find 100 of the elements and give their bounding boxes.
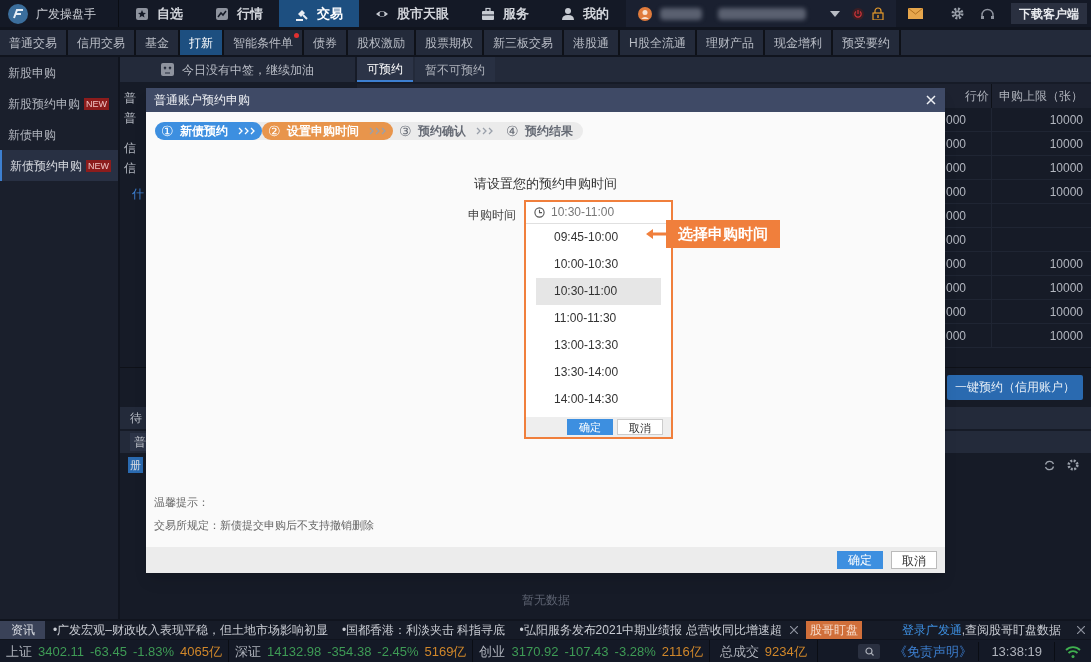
new-badge: NEW <box>86 159 111 172</box>
sub-tab[interactable]: 现金增利 <box>764 30 831 55</box>
sidebar-item-label: 新股预约申购 <box>8 95 80 113</box>
index-name: 上证 <box>6 642 32 661</box>
sub-tab[interactable]: H股全流通 <box>620 30 695 55</box>
news-headline[interactable]: •弘阳服务发布2021中期业绩报 总营收同比增速超 <box>519 621 782 639</box>
app-name: 广发操盘手 <box>36 5 96 23</box>
close-icon <box>1077 626 1085 634</box>
index-percent: -1.83% <box>132 642 175 661</box>
table-cell-text: 000 <box>946 279 968 297</box>
list-tab[interactable]: 可预约 <box>357 57 413 82</box>
dialog-title: 普通账户预约申购 <box>154 92 250 109</box>
time-option[interactable]: 14:00-14:30 <box>536 385 661 413</box>
index-value: 3170.92 <box>511 642 559 661</box>
sad-face-icon <box>161 63 174 76</box>
news-headline[interactable]: •国都香港：利淡夹击 科指寻底 <box>341 621 506 639</box>
settings-icon <box>1067 459 1079 471</box>
chevrons-icon <box>476 127 494 135</box>
time-option[interactable]: 11:00-11:30 <box>536 304 661 332</box>
table-cell-text: 10000 <box>1049 183 1083 201</box>
step-label: 预约结果 <box>525 123 573 140</box>
help-link[interactable]: 什 <box>132 184 144 204</box>
reserve-credit-button[interactable]: 一键预约（信用账户） <box>947 374 1083 400</box>
line-chart-icon <box>215 6 229 21</box>
table-cell-text: 000 <box>946 231 968 249</box>
mail-icon <box>908 8 923 19</box>
sidebar-item[interactable]: 新债申购 <box>0 119 118 150</box>
headset-icon <box>980 7 995 20</box>
sub-tab[interactable]: 债券 <box>304 30 346 55</box>
sub-tab[interactable]: 打新 <box>180 30 222 55</box>
sub-tab[interactable]: 理财产品 <box>696 30 763 55</box>
total-label: 总成交 <box>719 642 759 661</box>
nav-tab[interactable]: 自选 <box>119 0 199 27</box>
sidebar-item-label: 新债申购 <box>8 126 56 144</box>
nav-tab[interactable]: 行情 <box>199 0 279 27</box>
cancel-button[interactable]: 取消 <box>891 551 937 569</box>
nav-tab[interactable]: 股市天眼 <box>359 0 465 27</box>
table-cell-text: 10000 <box>1049 303 1083 321</box>
table-cell-text: 10000 <box>1049 159 1083 177</box>
table-cell-text: 000 <box>946 303 968 321</box>
disclaimer-link[interactable]: 《免责声明》 <box>888 641 980 662</box>
time-option[interactable]: 13:00-13:30 <box>536 331 661 359</box>
search-button[interactable] <box>858 644 881 659</box>
time-option[interactable]: 10:30-11:00 <box>536 277 661 305</box>
time-option[interactable]: 09:45-10:00 <box>536 223 661 251</box>
table-cell-text: 000 <box>946 183 968 201</box>
briefcase-icon <box>481 6 495 21</box>
logo-icon <box>8 3 28 24</box>
sub-tab[interactable]: 信用交易 <box>68 30 134 55</box>
download-client-button[interactable]: 下载客户端 <box>1011 3 1087 24</box>
time-option[interactable]: 13:30-14:00 <box>536 358 661 386</box>
time-option[interactable]: 10:00-10:30 <box>536 250 661 278</box>
sub-tab[interactable]: 新三板交易 <box>484 30 562 55</box>
index-change: -354.38 <box>327 642 372 661</box>
clock-time: 13:38:19 <box>979 641 1055 662</box>
list-tab[interactable]: 暂不可预约 <box>415 57 495 82</box>
panel-tab[interactable]: 待 <box>130 409 142 427</box>
index-change: -107.43 <box>564 642 609 661</box>
sub-tab[interactable]: 港股通 <box>564 30 618 55</box>
lock-icon <box>872 7 884 20</box>
index-value: 14132.98 <box>267 642 322 661</box>
power-icon <box>852 7 864 20</box>
panel-text: 信 <box>124 160 136 177</box>
index-volume: 4065亿 <box>180 642 223 661</box>
login-link[interactable]: 登录广发通 <box>901 623 962 637</box>
panel-text: 普 <box>124 110 136 127</box>
close-button[interactable] <box>925 94 937 106</box>
table-cell-text: 000 <box>946 255 968 273</box>
sub-tab[interactable]: 普通交易 <box>0 30 66 55</box>
sidebar-item[interactable]: 新股申购 <box>0 57 118 88</box>
step-label: 新债预约 <box>180 123 228 140</box>
sub-tab[interactable]: 预受要约 <box>832 30 899 55</box>
login-prompt: 登录广发通,查阅股哥盯盘数据 <box>901 622 1061 639</box>
news-headline[interactable]: •广发宏观–财政收入表现平稳，但土地市场影响初显 <box>53 621 328 639</box>
nav-tab[interactable]: 交易 <box>279 0 359 27</box>
table-cell-text: 000 <box>946 135 968 153</box>
sub-tab[interactable]: 基金 <box>136 30 178 55</box>
search-icon <box>864 647 874 656</box>
table-cell-text: 10000 <box>1049 111 1083 129</box>
nav-tab[interactable]: 我的 <box>545 0 625 27</box>
table-cell-text: 000 <box>946 159 968 177</box>
person-icon <box>561 6 575 21</box>
index-name: 创业 <box>479 642 506 661</box>
filter-button[interactable]: 册 <box>128 456 143 474</box>
callout-label: 选择申购时间 <box>666 220 780 248</box>
sub-tab[interactable]: 股权激励 <box>348 30 414 55</box>
sidebar-item[interactable]: 新股预约申购 NEW <box>0 88 118 119</box>
empty-message: 暂无数据 <box>521 592 570 609</box>
table-cell-text: 000 <box>946 207 968 225</box>
step-label: 设置申购时间 <box>287 123 359 140</box>
sidebar-item[interactable]: 新债预约申购 NEW <box>0 150 118 181</box>
step-number: ③ <box>399 121 412 141</box>
table-cell-text: 000 <box>946 111 968 129</box>
chevrons-icon <box>369 127 387 135</box>
field-label: 申购时间 <box>468 206 516 224</box>
sub-tab[interactable]: 智能条件单 <box>224 30 302 55</box>
nav-tab[interactable]: 服务 <box>465 0 545 27</box>
cancel-button[interactable]: 取消 <box>617 418 663 435</box>
step-number: ② <box>268 121 281 141</box>
sub-tab[interactable]: 股票期权 <box>416 30 482 55</box>
